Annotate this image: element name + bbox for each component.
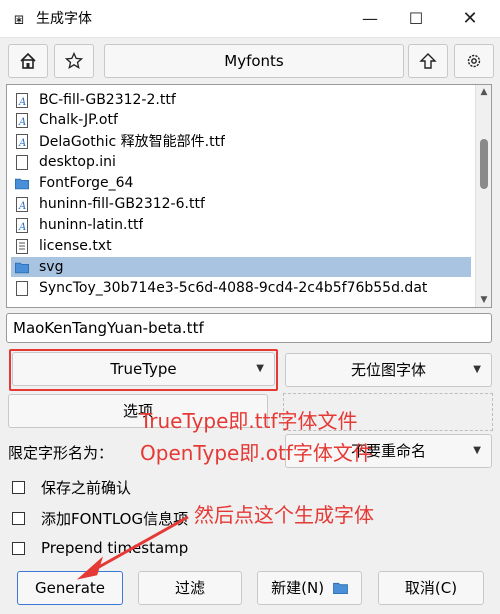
generate-button[interactable]: Generate xyxy=(17,571,123,605)
filename-input[interactable]: MaoKenTangYuan-beta.ttf xyxy=(6,313,492,343)
folder-icon xyxy=(15,259,29,275)
minimize-button[interactable]: — xyxy=(347,0,393,38)
new-folder-button[interactable]: 新建(N) xyxy=(257,571,362,605)
path-combo[interactable]: Myfonts xyxy=(104,44,404,78)
chevron-down-icon: ▼ xyxy=(473,445,481,456)
filter-label: 过滤 xyxy=(174,579,205,597)
svg-text:A: A xyxy=(18,97,26,108)
filename-value: MaoKenTangYuan-beta.ttf xyxy=(13,319,204,337)
font-file-icon: A xyxy=(15,112,29,128)
home-icon xyxy=(20,52,36,69)
title-bar: ⧆ 生成字体 — ☐ ✕ xyxy=(0,0,500,38)
checkbox-label: 添加FONTLOG信息项 xyxy=(41,509,189,528)
svg-text:A: A xyxy=(18,117,26,128)
svg-text:A: A xyxy=(18,222,26,233)
list-item[interactable]: FontForge_64 xyxy=(11,173,471,193)
filter-button[interactable]: 过滤 xyxy=(138,571,242,605)
file-name: BC-fill-GB2312-2.ttf xyxy=(39,92,176,108)
file-name: desktop.ini xyxy=(39,154,116,170)
list-item[interactable]: A Chalk-JP.otf xyxy=(11,110,471,130)
list-item-selected[interactable]: svg xyxy=(11,257,471,277)
cancel-label: 取消(C) xyxy=(404,579,458,597)
vertical-scrollbar[interactable]: ▲ ▼ xyxy=(475,85,491,307)
cancel-button[interactable]: 取消(C) xyxy=(378,571,484,605)
home-button[interactable] xyxy=(8,44,48,78)
confirm-before-save-checkbox[interactable]: 保存之前确认 xyxy=(12,476,131,498)
file-name: huninn-fill-GB2312-6.ttf xyxy=(39,196,205,212)
chevron-down-icon: ▼ xyxy=(473,364,481,375)
file-name: FontForge_64 xyxy=(39,175,134,191)
file-icon xyxy=(15,280,29,296)
list-item[interactable]: SyncToy_30b714e3-5c6d-4088-9cd4-2c4b5f76… xyxy=(11,278,471,298)
file-name: DelaGothic 释放智能部件.ttf xyxy=(39,134,226,150)
file-name: SyncToy_30b714e3-5c6d-4088-9cd4-2c4b5f76… xyxy=(39,280,428,296)
folder-icon xyxy=(332,582,348,594)
up-arrow-icon xyxy=(419,53,437,69)
close-button[interactable]: ✕ xyxy=(447,0,493,38)
svg-text:A: A xyxy=(18,138,26,149)
file-list[interactable]: A BC-fill-GB2312-2.ttf A Chalk-JP.otf A … xyxy=(6,84,492,308)
bookmark-button[interactable] xyxy=(54,44,94,78)
new-folder-label: 新建(N) xyxy=(271,579,325,597)
file-name: Chalk-JP.otf xyxy=(39,112,118,128)
star-icon xyxy=(65,52,83,69)
text-file-icon xyxy=(15,238,29,254)
font-file-icon: A xyxy=(15,133,29,149)
checkbox-box[interactable] xyxy=(12,541,25,555)
folder-icon xyxy=(15,175,29,191)
file-name: svg xyxy=(39,259,64,275)
file-name: license.txt xyxy=(39,238,112,254)
file-icon xyxy=(15,154,29,170)
file-name: huninn-latin.ttf xyxy=(39,217,144,233)
gear-icon xyxy=(467,54,481,68)
font-file-icon: A xyxy=(15,196,29,212)
scroll-thumb[interactable] xyxy=(480,139,488,189)
naming-label: 限定字形名为： xyxy=(8,444,114,462)
bitmap-select-value: 无位图字体 xyxy=(350,361,426,379)
maximize-button[interactable]: ☐ xyxy=(393,0,439,38)
prepend-timestamp-checkbox[interactable]: Prepend timestamp xyxy=(12,537,188,559)
scroll-up-icon[interactable]: ▲ xyxy=(476,85,491,99)
checkbox-box[interactable] xyxy=(12,480,25,494)
format-highlight-box xyxy=(9,349,278,391)
generate-label: Generate xyxy=(34,579,106,597)
path-label: Myfonts xyxy=(224,52,284,70)
settings-button[interactable] xyxy=(454,44,494,78)
fontforge-app-icon: ⧆ xyxy=(13,9,25,28)
list-item[interactable]: desktop.ini xyxy=(11,152,471,172)
checkbox-label: Prepend timestamp xyxy=(41,539,189,557)
list-item[interactable]: A BC-fill-GB2312-2.ttf xyxy=(11,90,471,110)
annotation-generate-hint: 然后点这个生成字体 xyxy=(194,503,374,527)
list-item[interactable]: A huninn-latin.ttf xyxy=(11,215,471,235)
add-fontlog-checkbox[interactable]: 添加FONTLOG信息项 xyxy=(12,507,188,529)
list-item[interactable]: A DelaGothic 释放智能部件.ttf xyxy=(11,131,471,151)
up-directory-button[interactable] xyxy=(408,44,448,78)
annotation-truetype: TrueType即.ttf字体文件 xyxy=(140,409,358,433)
annotation-opentype: OpenType即.otf字体文件 xyxy=(140,441,373,465)
list-item[interactable]: license.txt xyxy=(11,236,471,256)
checkbox-label: 保存之前确认 xyxy=(41,478,132,497)
svg-text:A: A xyxy=(18,201,26,212)
checkbox-box[interactable] xyxy=(12,511,25,525)
font-file-icon: A xyxy=(15,217,29,233)
scroll-down-icon[interactable]: ▼ xyxy=(476,293,491,307)
window-title: 生成字体 xyxy=(36,11,92,27)
bitmap-select[interactable]: 无位图字体 ▼ xyxy=(285,353,492,387)
list-item[interactable]: A huninn-fill-GB2312-6.ttf xyxy=(11,194,471,214)
font-file-icon: A xyxy=(15,92,29,108)
